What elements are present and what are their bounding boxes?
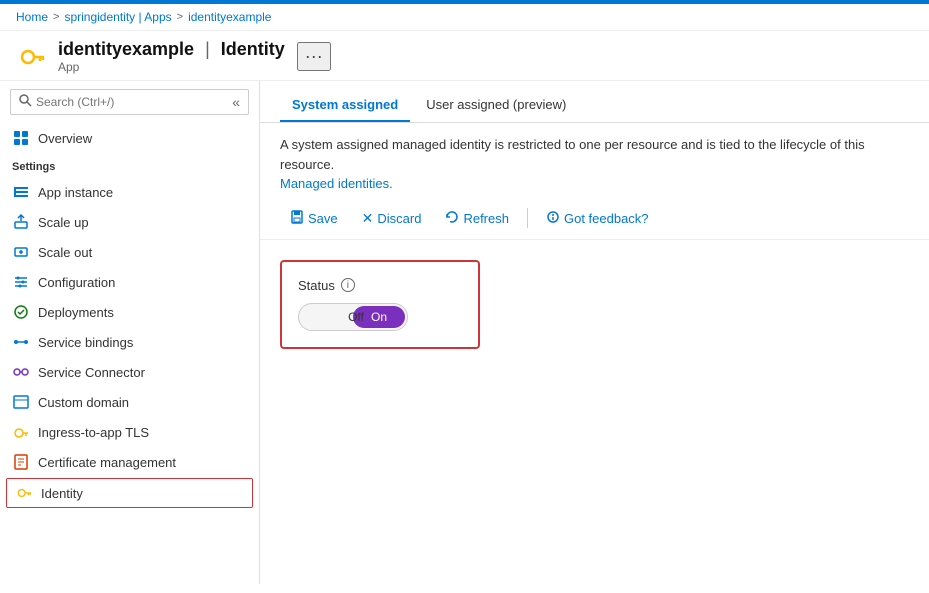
deployments-label: Deployments [38, 305, 114, 320]
key-icon [18, 43, 46, 71]
settings-section: Settings [0, 153, 259, 177]
toolbar: Save ✕ Discard Refresh Got feedback? [260, 198, 929, 240]
resource-type: App [58, 60, 285, 74]
toolbar-separator [527, 208, 528, 228]
sidebar-item-overview[interactable]: Overview [0, 123, 259, 153]
search-box: « [10, 89, 249, 115]
configuration-label: Configuration [38, 275, 115, 290]
status-label-row: Status i [298, 278, 462, 293]
search-input[interactable] [36, 95, 232, 109]
save-label: Save [308, 211, 338, 226]
info-text: A system assigned managed identity is re… [260, 123, 929, 198]
page-icon [16, 41, 48, 73]
status-info-icon[interactable]: i [341, 278, 355, 292]
page-name: Identity [221, 39, 285, 59]
deployments-icon [12, 303, 30, 321]
discard-icon: ✕ [362, 210, 374, 227]
breadcrumb: Home > springidentity | Apps > identitye… [0, 4, 929, 31]
sidebar-item-configuration[interactable]: Configuration [0, 267, 259, 297]
tabs-bar: System assigned User assigned (preview) [260, 89, 929, 123]
sidebar-item-scale-out[interactable]: Scale out [0, 237, 259, 267]
discard-label: Discard [377, 211, 421, 226]
scale-out-label: Scale out [38, 245, 92, 260]
sidebar-item-service-connector[interactable]: Service Connector [0, 357, 259, 387]
sidebar-item-app-instance[interactable]: App instance [0, 177, 259, 207]
configuration-icon [12, 273, 30, 291]
info-description: A system assigned managed identity is re… [280, 137, 865, 172]
service-bindings-label: Service bindings [38, 335, 133, 350]
custom-domain-label: Custom domain [38, 395, 129, 410]
managed-identities-link[interactable]: Managed identities. [280, 176, 393, 191]
page-title: identityexample | Identity [58, 39, 285, 60]
ingress-tls-icon [12, 423, 30, 441]
collapse-button[interactable]: « [232, 94, 240, 110]
service-connector-icon [12, 363, 30, 381]
header-text: identityexample | Identity App [58, 39, 285, 74]
sidebar-item-certificate-mgmt[interactable]: Certificate management [0, 447, 259, 477]
identity-label: Identity [41, 486, 83, 501]
identity-icon [15, 484, 33, 502]
scale-out-icon [12, 243, 30, 261]
feedback-button[interactable]: Got feedback? [536, 206, 659, 231]
certificate-mgmt-label: Certificate management [38, 455, 176, 470]
service-connector-label: Service Connector [38, 365, 145, 380]
page-header: identityexample | Identity App ··· [0, 31, 929, 81]
overview-label: Overview [38, 131, 92, 146]
custom-domain-icon [12, 393, 30, 411]
discard-button[interactable]: ✕ Discard [352, 206, 432, 231]
search-icon [19, 94, 32, 110]
ingress-tls-label: Ingress-to-app TLS [38, 425, 149, 440]
refresh-button[interactable]: Refresh [435, 206, 519, 231]
scale-up-label: Scale up [38, 215, 89, 230]
service-bindings-icon [12, 333, 30, 351]
save-icon [290, 210, 304, 227]
sidebar: « Overview Settings App instance Scale u… [0, 81, 260, 584]
feedback-icon [546, 210, 560, 227]
feedback-label: Got feedback? [564, 211, 649, 226]
status-section: Status i Off On [280, 260, 480, 349]
app-instance-icon [12, 183, 30, 201]
sidebar-item-identity[interactable]: Identity [6, 478, 253, 508]
status-toggle[interactable]: Off On [298, 303, 408, 331]
save-button[interactable]: Save [280, 206, 348, 231]
sidebar-item-ingress-tls[interactable]: Ingress-to-app TLS [0, 417, 259, 447]
breadcrumb-sep-2: > [177, 11, 183, 23]
sidebar-item-custom-domain[interactable]: Custom domain [0, 387, 259, 417]
breadcrumb-home[interactable]: Home [16, 10, 48, 24]
breadcrumb-sep-1: > [53, 11, 59, 23]
main-layout: « Overview Settings App instance Scale u… [0, 81, 929, 584]
tab-system-assigned[interactable]: System assigned [280, 89, 410, 122]
tab-user-assigned[interactable]: User assigned (preview) [414, 89, 578, 122]
status-text: Status [298, 278, 335, 293]
resource-name: identityexample [58, 39, 194, 59]
breadcrumb-apps[interactable]: springidentity | Apps [64, 10, 171, 24]
sidebar-item-scale-up[interactable]: Scale up [0, 207, 259, 237]
refresh-label: Refresh [463, 211, 509, 226]
overview-icon [12, 129, 30, 147]
breadcrumb-current: identityexample [188, 10, 271, 24]
toggle-off-label: Off [299, 310, 407, 324]
app-instance-label: App instance [38, 185, 113, 200]
certificate-mgmt-icon [12, 453, 30, 471]
sidebar-item-service-bindings[interactable]: Service bindings [0, 327, 259, 357]
sidebar-item-deployments[interactable]: Deployments [0, 297, 259, 327]
scale-up-icon [12, 213, 30, 231]
refresh-icon [445, 210, 459, 227]
content-area: System assigned User assigned (preview) … [260, 81, 929, 584]
ellipsis-button[interactable]: ··· [297, 42, 331, 71]
